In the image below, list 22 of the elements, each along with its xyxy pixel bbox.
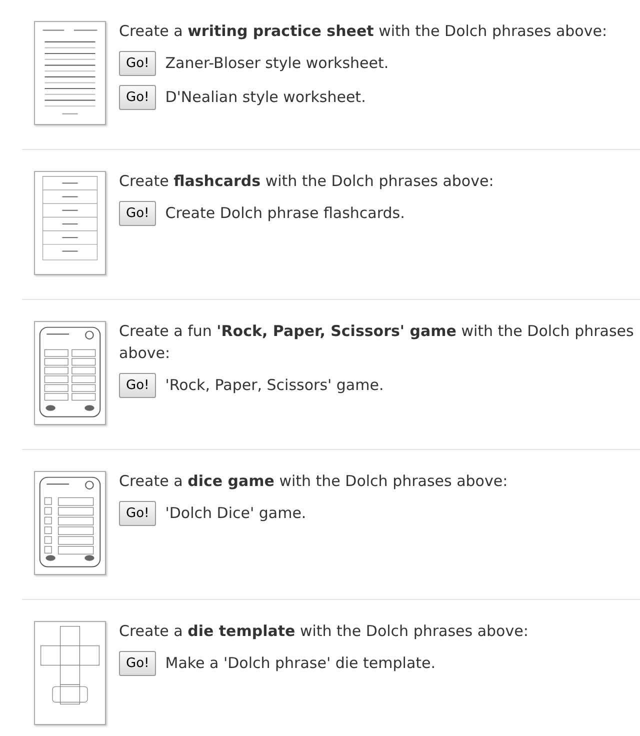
go-button[interactable]: Go! xyxy=(119,651,156,676)
go-button[interactable]: Go! xyxy=(119,501,156,526)
worksheet-thumbnail[interactable] xyxy=(34,321,106,425)
instruction-text: Create a fun 'Rock, Paper, Scissors' game with the Dolch phrases above: xyxy=(119,321,635,364)
option-label: Make a 'Dolch phrase' die template. xyxy=(165,653,436,674)
go-button[interactable]: Go! xyxy=(119,201,156,226)
option-label: Create Dolch phrase flashcards. xyxy=(165,203,405,224)
go-button[interactable]: Go! xyxy=(119,373,156,398)
go-button[interactable]: Go! xyxy=(119,51,156,76)
option-label: D'Nealian style worksheet. xyxy=(165,87,366,108)
go-button[interactable]: Go! xyxy=(119,85,156,110)
worksheet-thumbnail[interactable] xyxy=(34,621,106,725)
instruction-text: Create a dice game with the Dolch phrases above: xyxy=(119,471,509,492)
worksheet-thumbnail[interactable] xyxy=(34,171,106,275)
instruction-text: Create a writing practice sheet with the Dolch phrases above: xyxy=(119,21,608,42)
worksheet-thumbnail[interactable] xyxy=(34,21,106,125)
instruction-text: Create a die template with the Dolch phrases above: xyxy=(119,621,530,642)
option-label: 'Rock, Paper, Scissors' game. xyxy=(165,375,384,396)
option-label: Zaner-Bloser style worksheet. xyxy=(165,53,389,74)
instruction-text: Create flashcards with the Dolch phrases above: xyxy=(119,171,495,192)
worksheet-thumbnail[interactable] xyxy=(34,471,106,575)
option-label: 'Dolch Dice' game. xyxy=(165,503,306,524)
